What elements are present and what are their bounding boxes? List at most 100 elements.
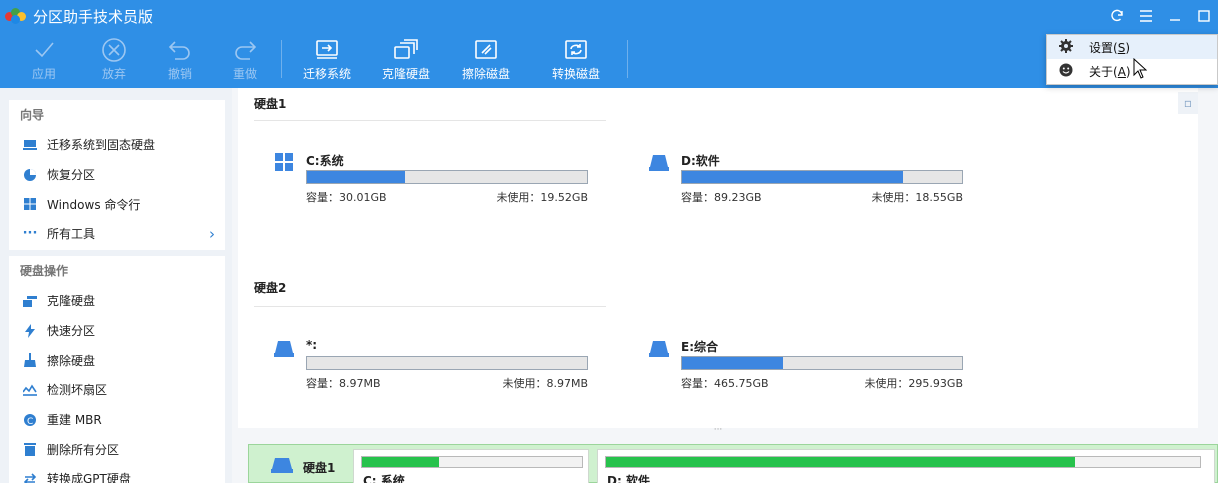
disk-map-part-name: C: 系统 [363,474,405,483]
disk-map-part-name: D: 软件 [607,474,650,483]
free-label: 未使用：8.97MB [502,377,588,390]
menu-item-about[interactable]: 关于(A) [1047,59,1217,83]
sidebar-item-label: 删除所有分区 [47,442,120,457]
usage-bar [306,170,588,184]
app-logo-icon [5,8,27,24]
partition-unallocated[interactable]: *: 容量：8.97MB 未使用：8.97MB [274,338,604,394]
usage-bar-fill [362,457,439,467]
sidebar-item-migrate-ssd[interactable]: 迁移系统到固态硬盘 [9,130,225,160]
usage-bar [306,356,588,370]
usage-bar-fill [682,357,783,369]
clone-disk-button[interactable]: 克隆硬盘 [381,36,431,84]
windows-icon [275,153,293,171]
redo-button[interactable]: 重做 [231,36,259,84]
partition-name: *: [306,338,318,352]
capacity-label: 容量：8.97MB [306,377,381,390]
about-accel: A [1117,64,1126,79]
discard-button[interactable]: 放弃 [100,36,128,84]
menu-item-settings[interactable]: 设置(S) [1047,35,1217,59]
wizard-panel: 向导 迁移系统到固态硬盘 恢复分区 Windows 命令行 ··· 所有工具 › [9,100,225,250]
sidebar-item-recover[interactable]: 恢复分区 [9,160,225,190]
drive-icon [649,341,669,357]
sidebar-item-label: 所有工具 [47,227,96,242]
apply-button[interactable]: 应用 [30,36,58,84]
discard-icon [101,36,127,64]
sidebar-item-rebuild-mbr[interactable]: C 重建 MBR [9,405,225,435]
partition-c[interactable]: C:系统 容量：30.01GB 未使用：19.52GB [274,152,604,208]
window-title-text: 分区助手技术员版 [33,7,154,26]
usage-bar-fill [682,171,904,183]
trash-icon [23,442,37,457]
rebuild-icon: C [23,413,37,427]
divider [254,120,606,121]
undo-label: 撤销 [167,67,192,81]
capacity-label: 容量：30.01GB [306,191,387,204]
partition-e[interactable]: E:综合 容量：465.75GB 未使用：295.93GB [649,338,979,394]
convert-disk-icon [563,36,589,64]
sidebar-item-clone-disk[interactable]: 克隆硬盘 [9,286,225,316]
sidebar-item-label: 重建 MBR [47,413,102,428]
usage-bar [605,456,1201,468]
sidebar-item-delete-all-partitions[interactable]: 删除所有分区 [9,434,225,464]
sidebar-item-label: 转换成GPT硬盘 [47,472,131,483]
sidebar-item-convert-gpt[interactable]: 转换成GPT硬盘 [9,464,225,483]
free-label: 未使用：295.93GB [864,377,963,390]
sidebar-item-wipe-disk[interactable]: 擦除硬盘 [9,345,225,375]
mouse-cursor-icon [1133,58,1147,79]
maximize-icon[interactable] [1189,4,1218,28]
migrate-os-button[interactable]: 迁移系统 [302,36,352,84]
convert-disk-button[interactable]: 转换磁盘 [551,36,601,84]
window-title: 分区助手技术员版 [5,4,153,28]
free-label: 未使用：19.52GB [496,191,588,204]
disk-1-header: 硬盘1 [254,97,287,111]
migrate-os-icon [314,36,340,64]
title-toolbar: 分区助手技术员版 应用 放弃 撤销 重做 迁移系统 克隆硬盘 擦除磁盘 转换磁盘 [0,0,1218,88]
partition-list-panel: ▫ 硬盘1 C:系统 容量：30.01GB 未使用：19.52GB D:软件 容… [238,88,1198,428]
disk-map-name: 硬盘1 [303,461,336,475]
toolbar-separator [627,40,628,78]
usage-bar-fill [606,457,1076,467]
svg-text:C: C [27,417,33,427]
partition-name: E:综合 [681,340,718,354]
window-controls [1102,4,1218,28]
refresh-icon[interactable] [1102,4,1131,28]
usage-bar [681,170,963,184]
toolbar-separator [281,40,282,78]
disk-map-part-c[interactable]: C: 系统 [353,449,589,483]
sidebar-item-label: 擦除硬盘 [47,353,96,368]
wipe-disk-label: 擦除磁盘 [461,67,510,81]
wipe-disk-icon [473,36,499,64]
undo-icon [167,36,193,64]
view-toggle-icon[interactable]: ▫ [1178,92,1198,114]
usage-bar [361,456,583,468]
free-label: 未使用：18.55GB [871,191,963,204]
sidebar: 向导 迁移系统到固态硬盘 恢复分区 Windows 命令行 ··· 所有工具 ›… [0,88,232,483]
sidebar-item-all-tools[interactable]: ··· 所有工具 › [9,219,225,249]
minimize-icon[interactable] [1160,4,1189,28]
sidebar-item-label: 克隆硬盘 [47,294,96,309]
chevron-right-icon: › [209,224,215,243]
clone-disk-label: 克隆硬盘 [381,67,430,81]
sidebar-item-check-bad-sectors[interactable]: 检测坏扇区 [9,375,225,405]
disk-map-part-d[interactable]: D: 软件 [597,449,1215,483]
splitter-handle[interactable]: ··· [238,426,1198,436]
partition-d[interactable]: D:软件 容量：89.23GB 未使用：18.55GB [649,152,979,208]
capacity-label: 容量：89.23GB [681,191,762,204]
migrate-os-label: 迁移系统 [302,67,351,81]
sidebar-item-windows-cmd[interactable]: Windows 命令行 [9,189,225,219]
convert-icon [23,472,37,483]
drive-icon [649,155,669,171]
disk-2-header: 硬盘2 [254,281,287,295]
capacity-label: 容量：465.75GB [681,377,769,390]
usage-bar [681,356,963,370]
undo-button[interactable]: 撤销 [166,36,194,84]
redo-icon [232,36,258,64]
menu-icon[interactable] [1131,4,1160,28]
menu-item-settings-label: 设置 [1089,40,1114,55]
wipe-disk-button[interactable]: 擦除磁盘 [461,36,511,84]
wizard-panel-title: 向导 [20,108,45,122]
broom-icon [23,353,37,368]
lightning-icon [23,323,37,338]
windows-icon [23,197,37,211]
sidebar-item-quick-partition[interactable]: 快速分区 [9,316,225,346]
